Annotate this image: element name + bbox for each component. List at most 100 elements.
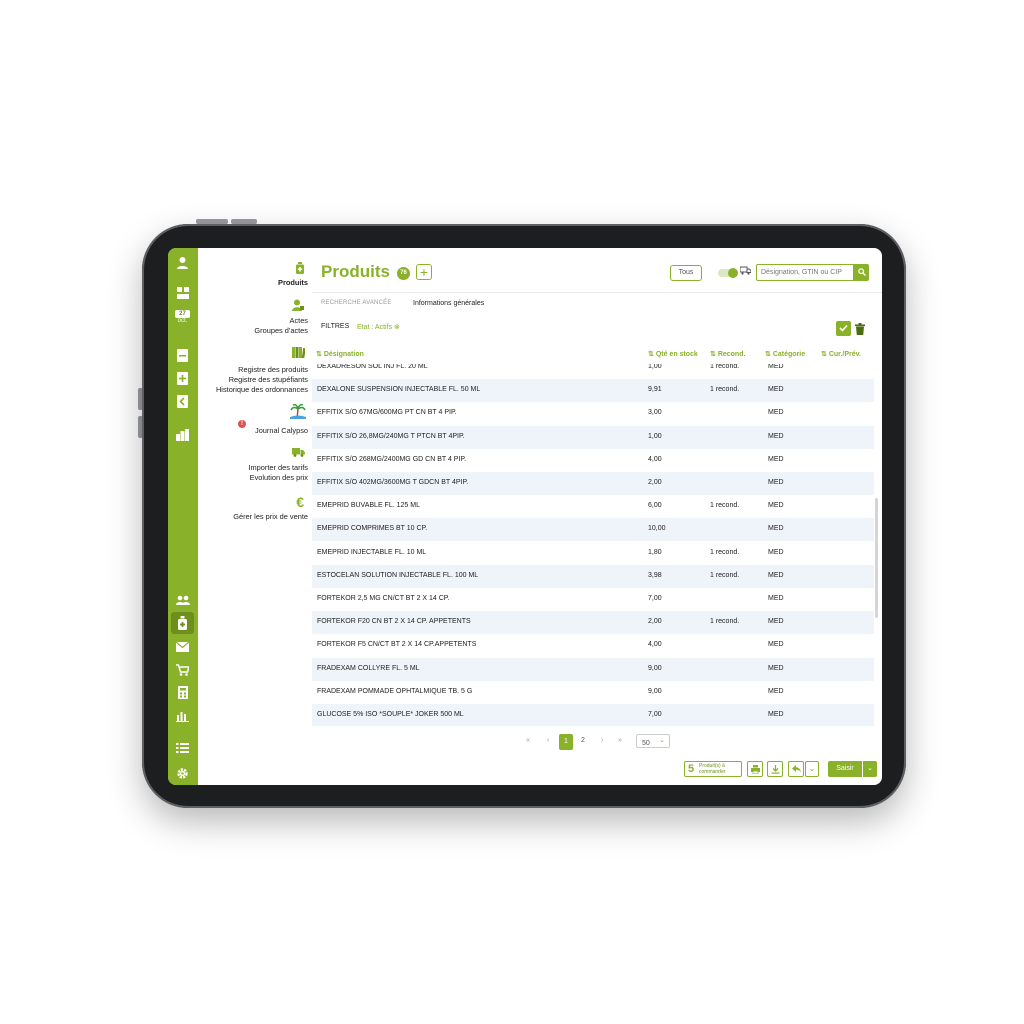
next-page-button[interactable]: › [601,737,603,744]
col-designation[interactable]: ⇅ Désignation [316,350,364,358]
calendar-month: oct. [177,318,188,324]
mail-icon[interactable] [175,641,190,656]
stats-icon[interactable] [175,429,190,444]
chevron-down-icon: ⌄ [808,764,816,773]
page-1-button[interactable]: 1 [559,734,573,750]
table-row[interactable]: EMEPRID COMPRIMES BT 10 CP. 10,00 MED [312,518,874,542]
table-row[interactable]: GLUCOSE 5% ISO *SOUPLE* JOKER 500 ML 7,00… [312,704,874,726]
icon-rail: 27 oct. [168,248,198,785]
calendar-icon[interactable]: 27 oct. [175,310,190,325]
cell-designation: FRADEXAM POMMADE OPHTALMIQUE TB. 5 G [317,687,473,695]
cell-designation: FORTEKOR F5 CN/CT BT 2 X 14 CP.APPETENTS [317,641,477,649]
add-document-icon[interactable] [175,372,190,387]
tab-informations-generales[interactable]: Informations générales [413,300,484,307]
delete-button[interactable] [853,321,867,336]
saisir-button[interactable]: Saisir [828,761,862,777]
dashboard-icon[interactable] [175,287,190,302]
cell-categorie: MED [768,364,784,370]
table-row[interactable]: EMEPRID INJECTABLE FL. 10 ML 1,80 1 recond… [312,542,874,565]
reply-dropdown-button[interactable]: ⌄ [805,761,819,777]
search-input[interactable]: Désignation, GTIN ou CIP [756,264,854,281]
cell-qte-stock: 9,91 [648,386,662,394]
download-icon [771,765,779,774]
submenu-groupes-actes[interactable]: Groupes d'actes [254,326,308,336]
search-button[interactable] [854,264,869,281]
add-product-button[interactable]: + [416,264,432,280]
products-bottle-icon[interactable] [175,616,190,631]
print-button[interactable] [747,761,763,777]
download-button[interactable] [767,761,783,777]
table-row[interactable]: ESTOCELAN SOLUTION INJECTABLE FL. 100 ML… [312,564,874,588]
euro-icon: € [296,494,304,510]
page-2-button[interactable]: 2 [581,737,585,744]
table-row[interactable]: FRADEXAM POMMADE OPHTALMIQUE TB. 5 G 9,00… [312,681,874,704]
cell-designation: FRADEXAM COLLYRE FL. 5 ML [317,664,420,672]
table-row[interactable]: EMEPRID BUVABLE FL. 125 ML 6,00 1 recond. M… [312,495,874,518]
cell-designation: FORTEKOR F20 CN BT 2 X 14 CP. APPETENTS [317,618,471,626]
first-page-button[interactable]: « [526,737,530,744]
products-to-order-button[interactable]: 5 Produit(s) à commander [684,761,742,777]
table-row[interactable]: EFFITIX S/O 26,8MG/240MG T PTCN BT 4PIP.… [312,425,874,449]
cell-designation: GLUCOSE 5% ISO *SOUPLE* JOKER 500 ML [317,711,464,718]
validate-button[interactable] [836,321,851,336]
submenu-evolution-prix[interactable]: Evolution des prix [250,473,308,483]
chevron-down-icon: ⌄ [867,765,873,772]
cell-qte-stock: 4,00 [648,641,662,649]
submenu-importer-tarifs[interactable]: Importer des tarifs [248,463,308,473]
table-row[interactable]: FORTEKOR F5 CN/CT BT 2 X 14 CP.APPETENTS… [312,634,874,657]
submenu-registre-stupefiants[interactable]: Registre des stupéfiants [229,375,308,385]
submenu-historique-ordonnances[interactable]: Historique des ordonnances [216,385,308,395]
submenu-produits[interactable]: Produits [278,278,308,288]
table-row[interactable]: DEXALONE SUSPENSION INJECTABLE FL. 50 ML… [312,379,874,403]
col-cur-prev[interactable]: ⇅ Cur./Prév. [821,350,861,358]
saisir-dropdown-button[interactable]: ⌄ [863,761,877,777]
filter-etat-chip[interactable]: Etat : Actifs ⊗ [357,323,400,331]
tous-button[interactable]: Tous [670,265,702,281]
cell-categorie: MED [768,479,784,486]
bar-chart-icon[interactable] [175,710,190,725]
table-row[interactable]: DEXADRESON SOL INJ FL. 20 ML 1,00 1 recond… [312,364,874,379]
prev-page-button[interactable]: ‹ [547,737,549,744]
table-row[interactable]: EFFITIX S/O 402MG/3600MG T GDCN BT 4PIP.… [312,472,874,495]
col-qte-stock[interactable]: ⇅ Qté en stock [648,350,698,358]
delivery-icon[interactable] [739,266,752,277]
back-document-icon[interactable] [175,395,190,410]
cell-categorie: MED [768,386,784,394]
submenu-registre-produits[interactable]: Registre des produits [238,365,308,375]
page-title: Produits [321,262,390,281]
submenu-gerer-prix[interactable]: Gérer les prix de vente [233,512,308,522]
tab-recherche-avancee[interactable]: RECHERCHE AVANCÉE [321,300,392,306]
calculator-icon[interactable] [175,686,190,701]
cell-designation: EFFITIX S/O 26,8MG/240MG T PTCN BT 4PIP. [317,432,465,440]
cell-categorie: MED [768,711,784,718]
submenu-actes[interactable]: Actes [290,316,308,326]
table-row[interactable]: FORTEKOR 2,5 MG CN/CT BT 2 X 14 CP. 7,00 M… [312,588,874,611]
submenu-journal-calypso[interactable]: Journal Calypso [255,426,308,436]
user-icon[interactable] [175,256,190,271]
active-toggle[interactable] [718,268,738,278]
col-categorie[interactable]: ⇅ Catégorie [765,350,805,358]
last-page-button[interactable]: » [618,737,622,744]
per-page-select[interactable]: 50 ⌄ [636,734,670,748]
order-count: 5 [688,763,695,775]
reply-button[interactable] [788,761,804,777]
clients-icon[interactable] [175,594,190,609]
cell-qte-stock: 1,00 [648,364,662,370]
list-icon[interactable] [175,742,190,757]
cell-categorie: MED [768,432,784,440]
products-count-badge: 76 [397,267,410,280]
table-scrollbar[interactable] [875,498,878,618]
cell-qte-stock: 2,00 [648,479,662,486]
cart-icon[interactable] [175,664,191,679]
table-row[interactable]: FORTEKOR F20 CN BT 2 X 14 CP. APPETENTS 2… [312,611,874,635]
cell-categorie: MED [768,687,784,695]
bottle-menu-icon [296,262,304,277]
calendar-day: 27 [175,310,190,318]
settings-gear-icon[interactable] [175,767,190,782]
table-row[interactable]: EFFITIX S/O 67MG/600MG PT CN BT 4 PIP. 3,… [312,402,874,425]
table-row[interactable]: EFFITIX S/O 268MG/2400MG GD CN BT 4 PIP.… [312,449,874,472]
col-recond[interactable]: ⇅ Recond. [710,350,745,358]
table-row[interactable]: FRADEXAM COLLYRE FL. 5 ML 9,00 MED [312,657,874,681]
cell-qte-stock: 3,00 [648,409,662,417]
document-icon[interactable] [175,349,190,364]
